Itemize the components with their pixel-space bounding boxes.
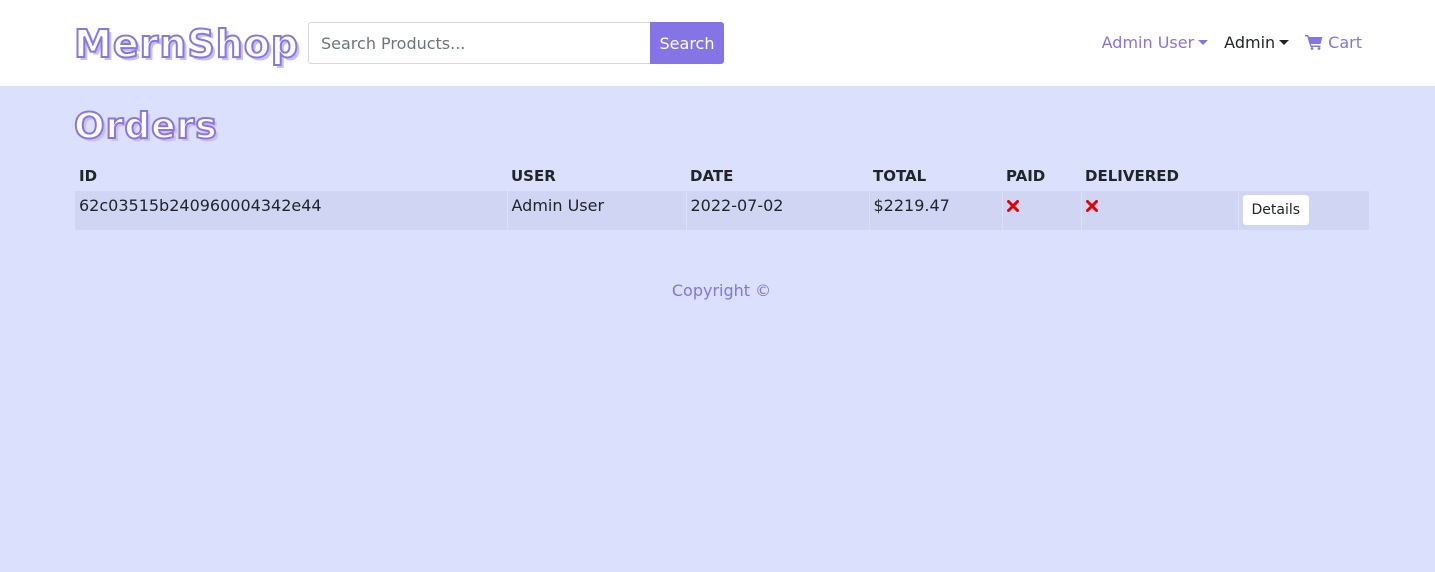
cart-link[interactable]: Cart	[1305, 33, 1362, 52]
header-delivered: DELIVERED	[1085, 166, 1179, 185]
header-total: TOTAL	[873, 166, 927, 185]
order-date-cell: 2022-07-02	[686, 191, 870, 230]
admin-menu-label: Admin	[1224, 32, 1276, 52]
cross-icon	[1006, 200, 1019, 212]
chevron-down-icon	[1279, 39, 1290, 45]
details-button[interactable]: Details	[1242, 195, 1310, 225]
table-header-row: ID USER DATE TOTAL PAID DELIVERED	[75, 160, 1369, 191]
search-button[interactable]: Search	[650, 22, 724, 64]
page-title: Orders	[73, 105, 218, 148]
user-menu-dropdown[interactable]: Admin User	[1102, 33, 1209, 52]
navbar: MernShop Search Admin User Admin Cart	[0, 0, 1435, 86]
orders-table: ID USER DATE TOTAL PAID DELIVERED 62c035…	[75, 160, 1369, 230]
header-user: USER	[511, 166, 556, 185]
header-actions	[1238, 160, 1369, 191]
admin-menu-dropdown[interactable]: Admin	[1224, 32, 1290, 52]
shopping-cart-icon	[1305, 35, 1323, 50]
user-menu-label: Admin User	[1101, 32, 1195, 52]
chevron-down-icon	[1198, 39, 1209, 45]
order-total-cell: $2219.47	[869, 191, 1003, 230]
cross-icon	[1085, 200, 1098, 212]
header-paid: PAID	[1006, 166, 1046, 185]
search-input[interactable]	[308, 22, 650, 64]
brand-logo[interactable]: MernShop	[73, 20, 299, 68]
header-id: ID	[79, 166, 98, 185]
table-row: 62c03515b240960004342e44 Admin User 2022…	[75, 191, 1369, 230]
order-user-cell: Admin User	[507, 191, 687, 230]
header-date: DATE	[690, 166, 734, 185]
order-id-cell: 62c03515b240960004342e44	[75, 191, 508, 230]
nav-links: Admin User Admin Cart	[1102, 30, 1362, 54]
order-actions-cell: Details	[1238, 191, 1369, 230]
footer-copyright: Copyright ©	[671, 281, 772, 300]
order-paid-cell	[1002, 191, 1082, 230]
cart-label: Cart	[1328, 32, 1362, 52]
order-delivered-cell	[1081, 191, 1239, 230]
